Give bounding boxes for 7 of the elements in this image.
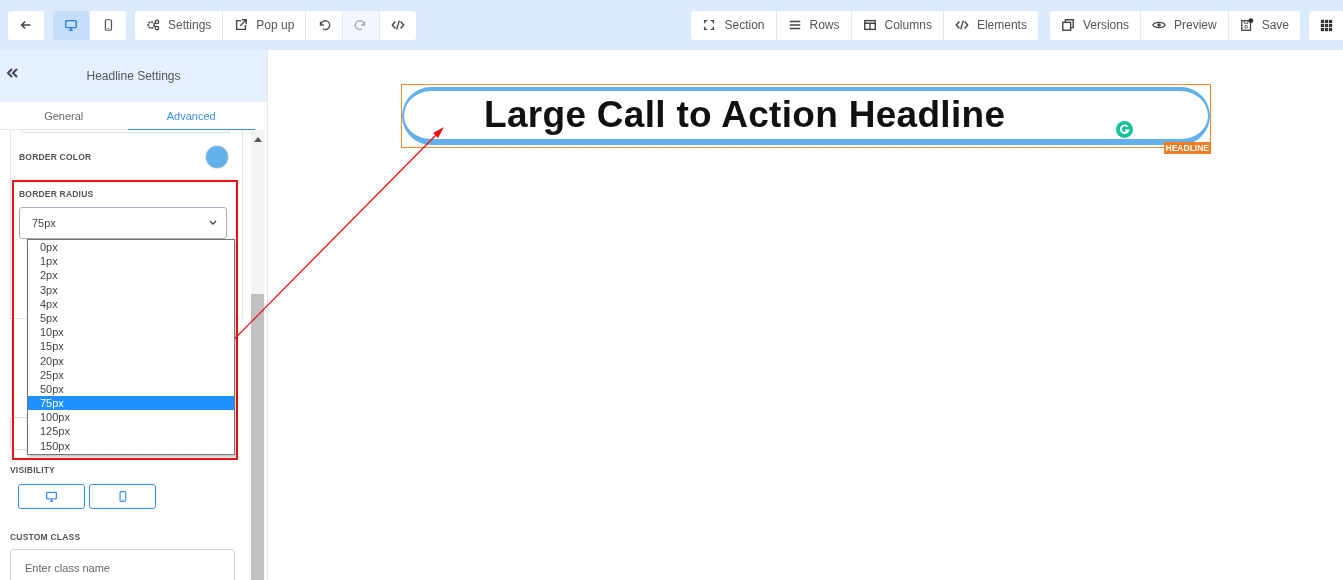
panel-title: Headline Settings [86,69,181,83]
field-label: BORDER COLOR [19,152,92,162]
field-label: VISIBILITY [10,465,56,475]
element-tag: HEADLINE [1163,142,1211,154]
field-label: CUSTOM CLASS [10,532,82,542]
field-label: BORDER RADIUS [19,189,95,199]
headline: Large Call to Action Headline [484,94,1006,136]
